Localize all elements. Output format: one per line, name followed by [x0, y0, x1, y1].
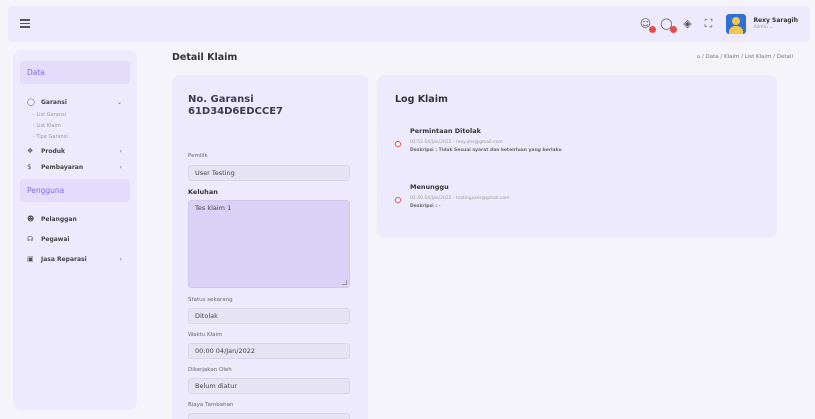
log-meta: 02:40 04/Jan/2022 - testinguser@gmail.co… — [410, 196, 510, 201]
handled-by-field: Belum diatur — [188, 378, 350, 394]
owner-label: Pemilik — [188, 153, 208, 159]
complaint-textarea[interactable]: Tes klaim 1 — [188, 200, 350, 288]
chevron-right-icon: › — [119, 255, 122, 263]
menu-toggle-icon[interactable] — [20, 19, 30, 29]
sidebar-subitem-list-klaim[interactable]: - List Klaim — [20, 121, 130, 132]
bell-icon[interactable]: ◯ — [659, 17, 678, 33]
sidebar-item-label: Pegawai — [41, 235, 70, 243]
fullscreen-icon[interactable]: ⛶ — [701, 17, 715, 31]
page-title: Detail Klaim — [172, 52, 238, 63]
top-navbar: ☺ ◯ ◈ ⛶ Rexy Saragih Admin ⌄ — [8, 6, 810, 42]
users-icon: ☻ — [27, 215, 35, 223]
chevron-right-icon: › — [119, 147, 122, 155]
sidebar-item-pembayaran[interactable]: $ Pembayaran › — [20, 159, 130, 175]
owner-field: User Testing — [188, 165, 350, 181]
sidebar: Data ◯ Garansi ⌄ - List Garansi - List K… — [13, 50, 137, 410]
log-meta: 02:52 04/Jan/2022 - rexy.jms@gmail.com — [410, 140, 503, 145]
log-description: Deskripsi : - — [410, 204, 441, 209]
resize-handle-icon[interactable] — [342, 280, 347, 285]
timeline-dot-icon — [395, 141, 401, 147]
sidebar-section-data: Data — [20, 61, 130, 84]
home-icon[interactable]: ⌂ — [697, 54, 701, 60]
briefcase-icon: ▣ — [27, 255, 34, 263]
warranty-number-label: No. Garansi — [188, 94, 254, 105]
headset-icon: ☊ — [27, 235, 34, 243]
log-title: Log Klaim — [395, 94, 448, 105]
sidebar-item-label: Pelanggan — [41, 215, 77, 223]
breadcrumb: ⌂ / Data / Klaim / List Klaim / Detail — [697, 54, 793, 60]
log-description: Deskripsi : Tidak Sesuai syarat dan kete… — [410, 148, 562, 153]
users-badge — [649, 26, 657, 33]
handled-by-label: Dikerjakan Oleh — [188, 367, 232, 373]
user-name: Rexy Saragih — [753, 16, 798, 24]
user-role: Admin ⌄ — [753, 24, 773, 30]
breadcrumb-path[interactable]: / Data / Klaim / List Klaim / Detail — [702, 54, 793, 60]
avatar[interactable] — [726, 14, 747, 34]
extra-cost-label: Biaya Tambahan — [188, 402, 234, 408]
user-menu[interactable]: Rexy Saragih Admin ⌄ — [753, 16, 798, 31]
top-icons: ☺ ◯ ◈ ⛶ Rexy Saragih Admin ⌄ — [638, 11, 798, 37]
sidebar-item-label: Garansi — [41, 98, 67, 106]
detail-card: No. Garansi 61D34D6EDCCE7 Pemilik User T… — [172, 75, 368, 419]
chevron-down-icon: ⌄ — [116, 98, 122, 106]
chevron-right-icon: › — [119, 163, 122, 171]
complaint-text: Tes klaim 1 — [195, 204, 232, 212]
sidebar-item-pegawai[interactable]: ☊ Pegawai — [20, 231, 130, 247]
sidebar-item-produk[interactable]: ❖ Produk › — [20, 143, 130, 159]
dollar-icon: $ — [27, 163, 32, 171]
sidebar-item-pelanggan[interactable]: ☻ Pelanggan — [20, 211, 130, 227]
log-status: Menunggu — [410, 183, 449, 191]
log-status: Permintaan Ditolak — [410, 127, 481, 135]
sidebar-item-label: Produk — [41, 147, 66, 155]
timeline-dot-icon — [395, 197, 401, 203]
sidebar-item-jasa-reparasi[interactable]: ▣ Jasa Reparasi › — [20, 251, 130, 267]
claim-time-label: Waktu Klaim — [188, 332, 223, 338]
sidebar-subitem-tipe-garansi[interactable]: - Tipe Garansi — [20, 132, 130, 143]
status-field: Ditolak — [188, 308, 350, 324]
claim-time-field: 00:00 04/Jan/2022 — [188, 343, 350, 359]
extra-cost-field — [188, 413, 350, 419]
box-icon: ❖ — [27, 147, 34, 155]
warranty-number-value: 61D34D6EDCCE7 — [188, 106, 283, 117]
complaint-label: Keluhan — [188, 188, 218, 196]
bell-badge — [670, 26, 678, 33]
shield-icon: ◯ — [27, 98, 35, 106]
sidebar-item-garansi[interactable]: ◯ Garansi ⌄ — [20, 94, 130, 110]
sidebar-section-pengguna: Pengguna — [20, 179, 130, 202]
claim-log-card: Log Klaim Permintaan Ditolak 02:52 04/Ja… — [377, 75, 777, 238]
layers-icon[interactable]: ◈ — [680, 17, 694, 31]
sidebar-item-label: Jasa Reparasi — [41, 255, 87, 263]
status-label: Status sekarang — [188, 297, 233, 303]
sidebar-subitem-list-garansi[interactable]: - List Garansi — [20, 110, 130, 121]
sidebar-item-label: Pembayaran — [41, 163, 84, 171]
users-icon[interactable]: ☺ — [638, 17, 657, 33]
